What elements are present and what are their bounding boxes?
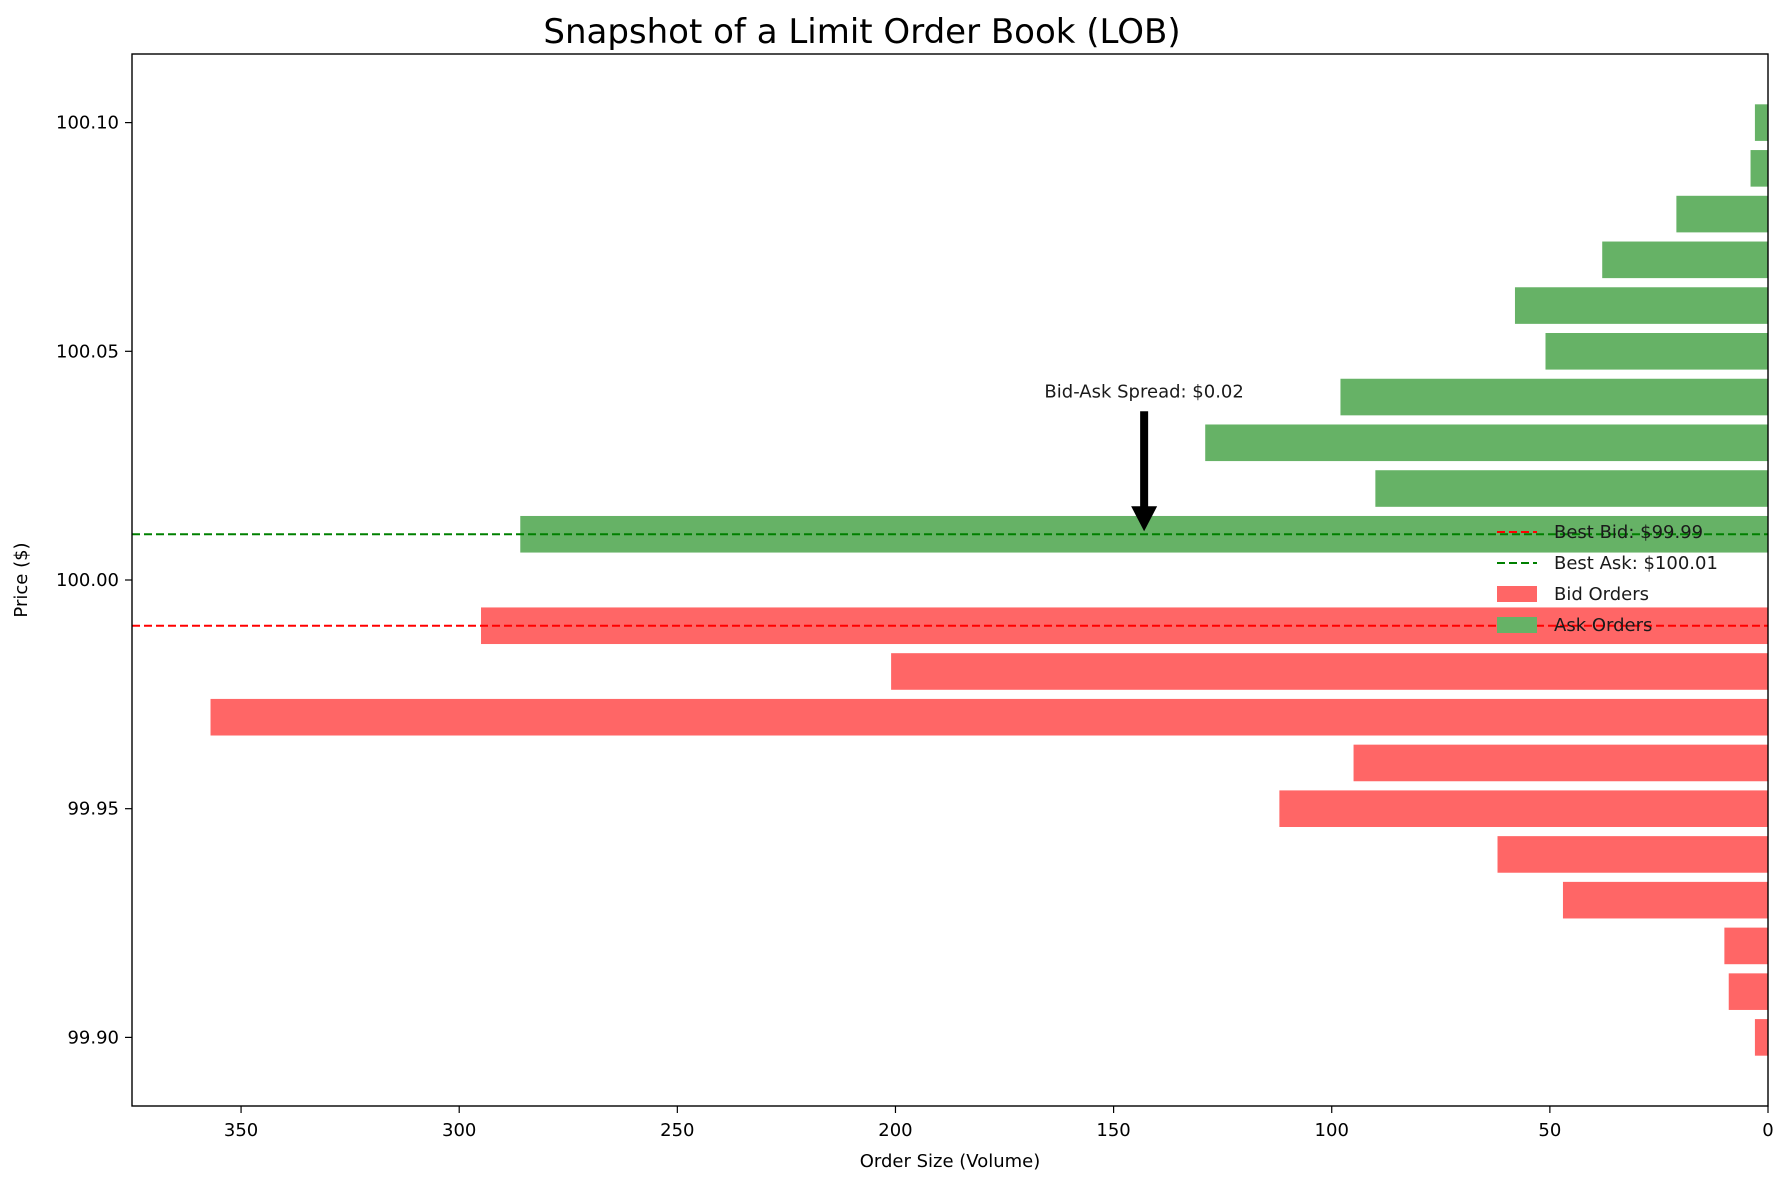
ask-bar-4 — [1545, 333, 1768, 370]
annotation-arrow-shaft — [1140, 411, 1149, 508]
legend-swatch-2 — [1497, 586, 1537, 602]
legend-swatch-3 — [1497, 617, 1537, 633]
x-tick-label-3: 200 — [878, 1120, 912, 1141]
x-tick-label-1: 300 — [442, 1120, 476, 1141]
bid-bar-4 — [1279, 790, 1768, 827]
x-axis: 350 300 250 200 150 100 50 0 — [224, 1106, 1774, 1141]
x-tick-label-0: 350 — [224, 1120, 258, 1141]
y-tick-label-2: 100.00 — [56, 570, 119, 591]
bid-bar-5 — [1497, 836, 1768, 873]
y-tick-label-4: 100.10 — [56, 113, 119, 134]
ask-bar-8 — [1750, 150, 1768, 187]
bid-bar-1 — [891, 653, 1768, 690]
y-tick-label-3: 100.05 — [56, 341, 119, 362]
lob-chart: Snapshot of a Limit Order Book (LOB) Bid… — [11, 12, 1774, 1172]
bid-bar-2 — [210, 698, 1769, 736]
bid-bar-3 — [1353, 744, 1768, 782]
bid-bar-9 — [1754, 1019, 1768, 1056]
y-tick-label-1: 99.95 — [67, 799, 119, 820]
x-tick-label-6: 50 — [1538, 1120, 1561, 1141]
annotation-text: Bid-Ask Spread: $0.02 — [1044, 381, 1243, 402]
ask-bar-3 — [1340, 378, 1768, 416]
legend-label-3: Ask Orders — [1554, 615, 1652, 636]
x-axis-label: Order Size (Volume) — [860, 1151, 1041, 1172]
bid-bar-7 — [1724, 927, 1768, 965]
ask-bar-7 — [1676, 195, 1768, 233]
y-axis-label: Price ($) — [11, 542, 32, 617]
legend-label-1: Best Ask: $100.01 — [1554, 553, 1718, 574]
x-tick-label-7: 0 — [1762, 1120, 1773, 1141]
ask-bar-9 — [1754, 104, 1768, 141]
chart-title: Snapshot of a Limit Order Book (LOB) — [543, 12, 1180, 52]
x-tick-label-4: 150 — [1096, 1120, 1130, 1141]
ask-bar-6 — [1602, 241, 1768, 279]
bid-bar-8 — [1728, 973, 1768, 1010]
ask-bar-5 — [1514, 287, 1768, 324]
x-tick-label-2: 250 — [660, 1120, 694, 1141]
bars-layer — [210, 104, 1769, 1056]
ask-bar-2 — [1205, 424, 1768, 462]
legend-label-0: Best Bid: $99.99 — [1554, 522, 1703, 543]
bid-bar-6 — [1562, 881, 1768, 919]
chart-container: Snapshot of a Limit Order Book (LOB) Bid… — [0, 0, 1784, 1182]
ask-bar-1 — [1375, 470, 1768, 507]
legend-label-2: Bid Orders — [1554, 584, 1649, 605]
y-axis: 99.90 99.95 100.00 100.05 100.10 — [56, 113, 132, 1048]
x-tick-label-5: 100 — [1315, 1120, 1349, 1141]
y-tick-label-0: 99.90 — [67, 1027, 119, 1048]
plot-frame — [131, 53, 1769, 1107]
